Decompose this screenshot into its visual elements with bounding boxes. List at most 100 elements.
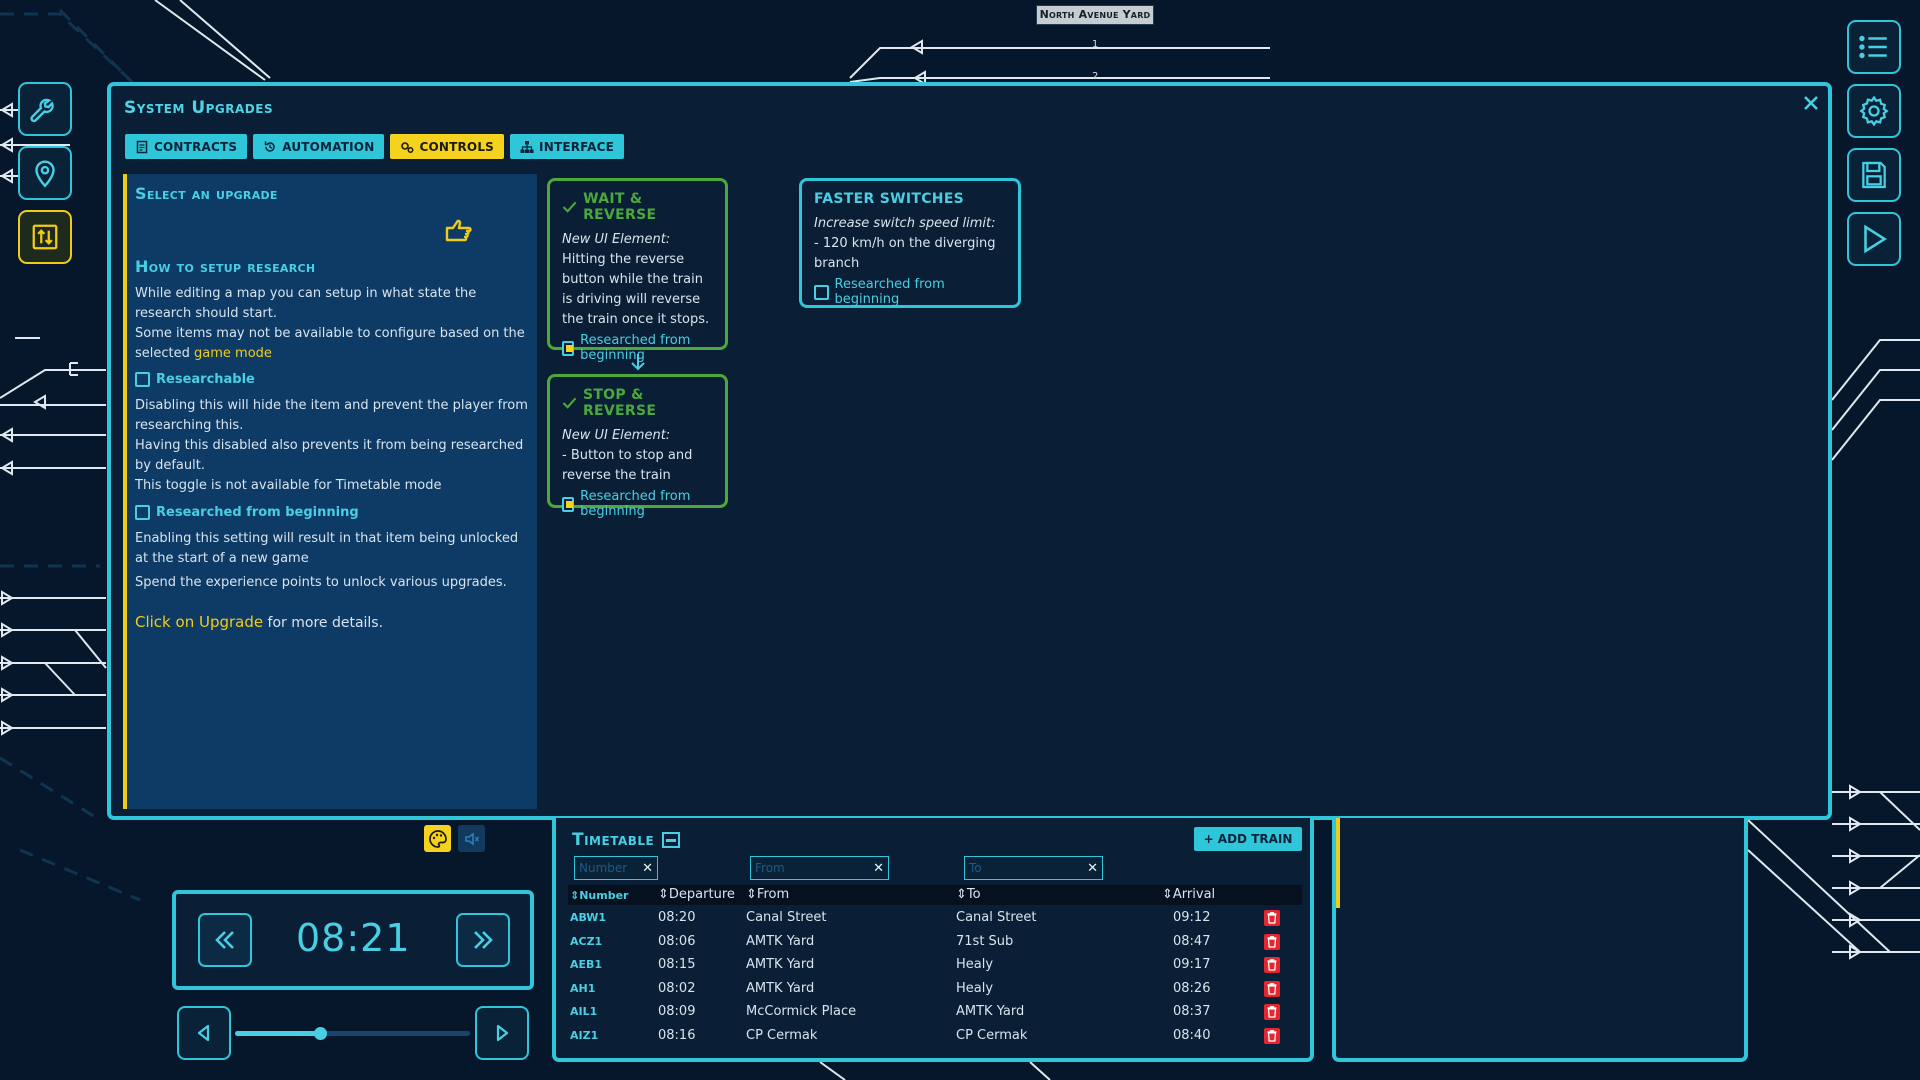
double-chevron-left-icon [215,931,234,949]
cell-from: AMTK Yard [746,933,815,949]
sound-button[interactable] [458,825,485,852]
time-control-panel: 08:21 [172,890,534,990]
to-filter-input[interactable]: To ✕ [964,856,1103,880]
gears-icon [401,141,414,153]
xp-text: Spend the experience points to unlock va… [135,575,507,590]
delete-train-button[interactable] [1264,980,1280,997]
save-button[interactable] [1847,148,1901,202]
tab-contracts[interactable]: CONTRACTS [125,134,248,159]
cell-number: AIL1 [570,1005,598,1018]
swap-tool-button[interactable] [18,210,72,264]
table-row[interactable]: AEB1 08:15 AMTK Yard Healy 09:17 [568,954,1302,977]
save-icon [1862,161,1886,189]
panel-title: System Upgrades [124,98,274,118]
click-hint: Click on Upgrade for more details. [135,613,384,631]
clear-icon[interactable]: ✕ [1087,861,1098,876]
close-icon[interactable] [1800,92,1822,114]
delete-train-button[interactable] [1264,1027,1280,1044]
swap-icon [32,224,58,250]
tab-controls[interactable]: CONTROLS [390,134,505,159]
speaker-icon [464,831,479,846]
wrench-icon [30,98,54,123]
card-body: - Button to stop and reverse the train [562,448,693,483]
setup-text-mode: Some items may not be available to confi… [135,326,525,361]
wrench-tool-button[interactable] [18,82,72,136]
researchable-checkbox[interactable] [135,371,150,387]
cell-to: 71st Sub [956,933,1014,949]
side-info-panel [1332,818,1748,1062]
upgrade-card-stop-reverse[interactable]: STOP & REVERSE New UI Element: - Button … [547,374,728,519]
column-header-departure[interactable]: ⇕Departure [658,887,735,902]
cell-from: McCormick Place [746,1004,857,1019]
game-mode-link[interactable]: game mode [194,346,272,361]
trash-icon [1267,959,1277,971]
cell-number: AEB1 [570,958,603,971]
delete-train-button[interactable] [1264,1004,1280,1020]
double-chevron-right-icon [474,931,493,949]
card-researched-toggle[interactable]: Researched from beginning [562,489,713,519]
researched-checkbox[interactable] [135,504,150,520]
cell-departure: 08:02 [658,980,696,996]
tab-automation[interactable]: AUTOMATION [253,134,385,159]
column-header-number[interactable]: ⇕Number [570,889,628,902]
card-title: FASTER SWITCHES [814,191,965,207]
cell-to: Canal Street [956,910,1037,925]
cell-to: CP Cermak [956,1027,1028,1043]
cell-from: AMTK Yard [746,980,815,996]
triangle-left-icon [197,1024,210,1042]
tab-interface[interactable]: INTERFACE [510,134,625,159]
table-row[interactable]: AIZ1 08:16 CP Cermak CP Cermak 08:40 [568,1025,1302,1048]
cell-departure: 08:15 [658,957,696,972]
trash-icon [1267,982,1277,995]
list-button[interactable] [1847,20,1901,74]
settings-button[interactable] [1847,84,1901,138]
table-row[interactable]: AH1 08:02 AMTK Yard Healy 08:26 [568,978,1302,1001]
number-filter-input[interactable]: Number ✕ [574,856,658,880]
column-header-arrival[interactable]: ⇕Arrival [1162,887,1215,902]
cell-from: AMTK Yard [746,957,815,972]
tab-label: INTERFACE [539,139,615,154]
speed-up-button[interactable] [475,1006,529,1060]
cell-arrival: 08:40 [1173,1027,1211,1043]
minimize-icon[interactable] [662,832,681,848]
clear-icon[interactable]: ✕ [642,861,653,876]
location-tool-button[interactable] [18,146,72,200]
table-row[interactable]: ACZ1 08:06 AMTK Yard 71st Sub 08:47 [568,931,1302,954]
upgrade-card-wait-reverse[interactable]: WAIT & REVERSE New UI Element: Hitting t… [547,178,728,363]
play-button[interactable] [1847,212,1901,266]
speed-slider-handle[interactable] [313,1027,327,1040]
palette-button[interactable] [424,825,451,852]
clear-icon[interactable]: ✕ [873,861,884,876]
upgrade-card-faster-switches[interactable]: FASTER SWITCHES Increase switch speed li… [799,178,1021,308]
researchable-toggle[interactable]: Researchable [135,368,529,390]
tab-label: AUTOMATION [282,139,375,154]
delete-train-button[interactable] [1264,910,1280,926]
table-row[interactable]: ABW1 08:20 Canal Street Canal Street 09:12 [568,907,1302,930]
table-row[interactable]: AIL1 08:09 McCormick Place AMTK Yard 08:37 [568,1001,1302,1024]
add-train-button[interactable]: + ADD TRAIN [1194,827,1302,851]
card-checkbox[interactable] [814,284,829,300]
card-checkbox[interactable] [562,340,575,356]
station-label[interactable]: North Avenue Yard [1036,5,1154,25]
card-body: - 120 km/h on the diverging branch [814,236,996,271]
researched-toggle[interactable]: Researched from beginning [135,501,529,523]
delete-train-button[interactable] [1264,957,1280,973]
column-header-from[interactable]: ⇕From [746,887,789,902]
arrow-down-icon [631,354,645,371]
select-upgrade-heading: Select an upgrade [135,184,278,203]
from-filter-input[interactable]: From ✕ [750,856,889,880]
speed-slider[interactable] [235,1027,470,1040]
trash-icon [1267,912,1277,924]
card-checkbox[interactable] [562,496,575,512]
list-icon [1859,35,1887,59]
rewind-button[interactable] [198,913,252,967]
card-researched-toggle[interactable]: Researched from beginning [814,277,1006,307]
column-header-to[interactable]: ⇕To [956,887,981,902]
card-subtitle: Increase switch speed limit: [814,216,996,231]
delete-train-button[interactable] [1264,933,1280,950]
card-subtitle: New UI Element: [562,232,671,247]
trash-icon [1267,935,1277,948]
click-upgrade-link[interactable]: Click on Upgrade [135,613,263,631]
speed-down-button[interactable] [177,1006,231,1060]
fast-forward-button[interactable] [456,913,510,967]
